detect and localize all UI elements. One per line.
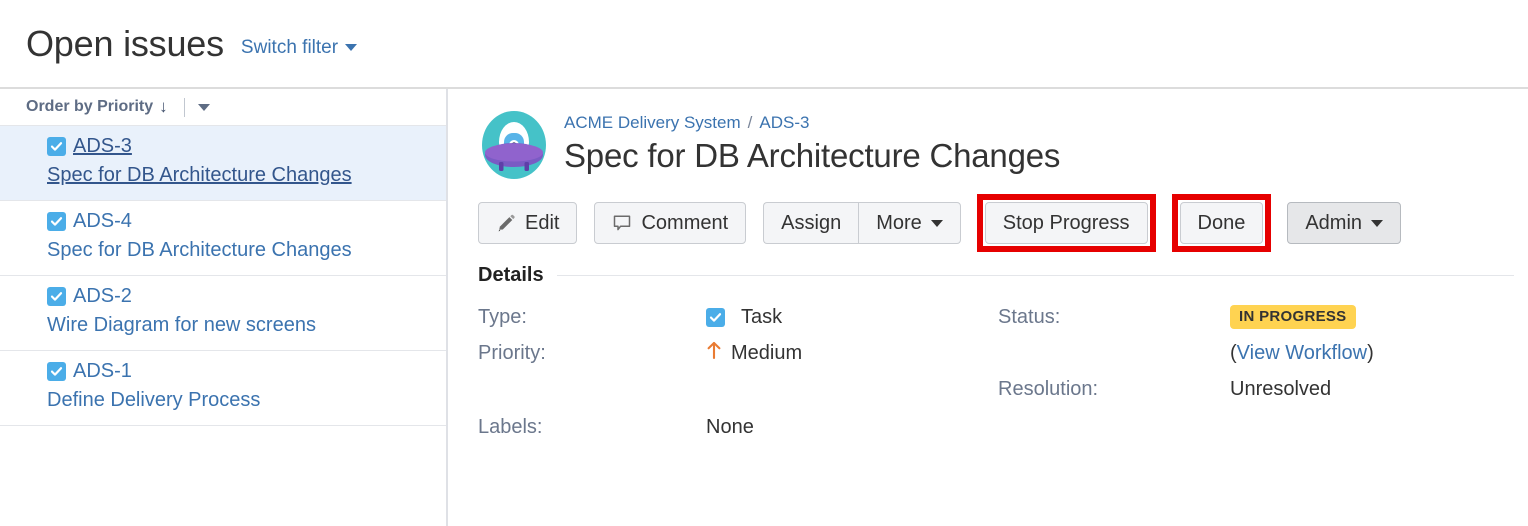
list-item[interactable]: ADS-4 Spec for DB Architecture Changes [0,200,446,275]
issue-key[interactable]: ADS-2 [73,285,132,308]
details-divider [557,275,1514,276]
admin-label: Admin [1305,212,1362,235]
edit-button[interactable]: Edit [478,202,577,244]
task-checkbox-icon [47,362,66,381]
assign-button[interactable]: Assign [763,202,858,244]
chevron-down-icon [931,220,943,227]
page-title: Open issues [26,26,224,62]
speech-bubble-icon [612,213,632,233]
view-workflow-close-paren: ) [1367,342,1374,365]
priority-label: Priority: [478,335,706,371]
breadcrumb: ACME Delivery System / ADS-3 [564,113,1060,133]
issue-key-line: ADS-3 [47,135,446,158]
issue-toolbar: Edit Comment Assign More [478,200,1528,246]
type-label: Type: [478,299,706,335]
comment-label: Comment [641,212,728,235]
task-checkbox-icon [47,287,66,306]
done-annotation-box: Done [1172,194,1272,252]
details-section: Details Type: Priority: Labels: [478,264,1528,445]
edit-label: Edit [525,212,559,235]
details-right-labels: Status: Resolution: [998,299,1230,445]
breadcrumb-project[interactable]: ACME Delivery System [564,113,741,133]
chevron-down-icon [1371,220,1383,227]
app-header: Open issues Switch filter [0,0,1528,89]
comment-button[interactable]: Comment [594,202,746,244]
list-item[interactable]: ADS-2 Wire Diagram for new screens [0,275,446,350]
view-workflow-link[interactable]: View Workflow [1237,342,1367,365]
arrow-down-icon: ↓ [159,97,168,117]
view-workflow-row: (View Workflow) [1230,335,1374,371]
issue-key[interactable]: ADS-4 [73,210,132,233]
issue-key-line: ADS-4 [47,210,446,233]
status-badge: IN PROGRESS [1230,305,1356,329]
details-spacer [478,371,706,409]
list-end-divider [0,425,446,426]
order-by-label: Order by Priority [26,98,153,116]
issue-key-line: ADS-1 [47,360,446,383]
done-label: Done [1198,212,1246,235]
switch-filter-label: Switch filter [241,37,338,59]
stop-progress-annotation-box: Stop Progress [977,194,1156,252]
issue-key[interactable]: ADS-3 [73,135,132,158]
issue-detail-panel: ACME Delivery System / ADS-3 Spec for DB… [448,89,1528,526]
more-button[interactable]: More [858,202,961,244]
issue-header: ACME Delivery System / ADS-3 Spec for DB… [478,107,1528,179]
chevron-down-icon [345,44,357,51]
issue-title: Spec for DB Architecture Changes [564,138,1060,175]
labels-value: None [706,409,998,445]
switch-filter-button[interactable]: Switch filter [241,37,357,59]
issue-key-line: ADS-2 [47,285,446,308]
assign-label: Assign [781,212,841,235]
stop-progress-label: Stop Progress [1003,212,1130,235]
type-value: Task [741,306,782,329]
details-left-labels: Type: Priority: Labels: [478,299,706,445]
list-item[interactable]: ADS-1 Define Delivery Process [0,350,446,425]
stop-progress-button[interactable]: Stop Progress [985,202,1148,244]
view-workflow-open-paren: ( [1230,342,1237,365]
ufo-project-avatar [478,109,550,181]
more-label: More [876,212,922,235]
priority-value: Medium [731,342,802,365]
status-label: Status: [998,299,1230,335]
order-by-priority-button[interactable]: Order by Priority ↓ [26,97,168,117]
issue-summary[interactable]: Spec for DB Architecture Changes [47,163,446,188]
details-spacer [998,335,1230,371]
done-button[interactable]: Done [1180,202,1264,244]
details-header: Details [478,264,1528,287]
task-checkbox-icon [47,212,66,231]
breadcrumb-separator: / [748,113,753,133]
details-grid: Type: Priority: Labels: Task [478,299,1528,445]
issue-key[interactable]: ADS-1 [73,360,132,383]
details-left-column: Type: Priority: Labels: Task [478,299,998,445]
status-value-row: IN PROGRESS [1230,299,1374,335]
breadcrumb-issue-key[interactable]: ADS-3 [759,113,809,133]
task-checkbox-icon [47,137,66,156]
issue-list-sidebar: Order by Priority ↓ ADS-3 Spec for DB Ar… [0,89,448,526]
issue-summary[interactable]: Define Delivery Process [47,388,446,413]
order-bar-divider [184,98,185,117]
arrow-up-icon [706,340,722,366]
order-bar: Order by Priority ↓ [0,89,446,125]
details-section-title: Details [478,264,544,287]
details-right-column: Status: Resolution: IN PROGRESS (View Wo… [998,299,1374,445]
task-checkbox-icon [706,308,725,327]
issue-summary[interactable]: Wire Diagram for new screens [47,313,446,338]
chevron-down-icon[interactable] [198,104,210,111]
details-left-values: Task Medium None [706,299,998,445]
priority-value-row: Medium [706,335,998,371]
issue-head-text: ACME Delivery System / ADS-3 Spec for DB… [564,107,1060,175]
assign-more-button-group: Assign More [763,202,961,244]
resolution-label: Resolution: [998,371,1230,407]
details-spacer [706,371,998,409]
body-split: Order by Priority ↓ ADS-3 Spec for DB Ar… [0,89,1528,526]
pencil-icon [496,213,516,233]
admin-button[interactable]: Admin [1287,202,1401,244]
labels-label: Labels: [478,409,706,445]
issue-summary[interactable]: Spec for DB Architecture Changes [47,238,446,263]
details-right-values: IN PROGRESS (View Workflow) Unresolved [1230,299,1374,445]
list-item[interactable]: ADS-3 Spec for DB Architecture Changes [0,125,446,200]
resolution-value: Unresolved [1230,371,1374,407]
type-value-row: Task [706,299,998,335]
